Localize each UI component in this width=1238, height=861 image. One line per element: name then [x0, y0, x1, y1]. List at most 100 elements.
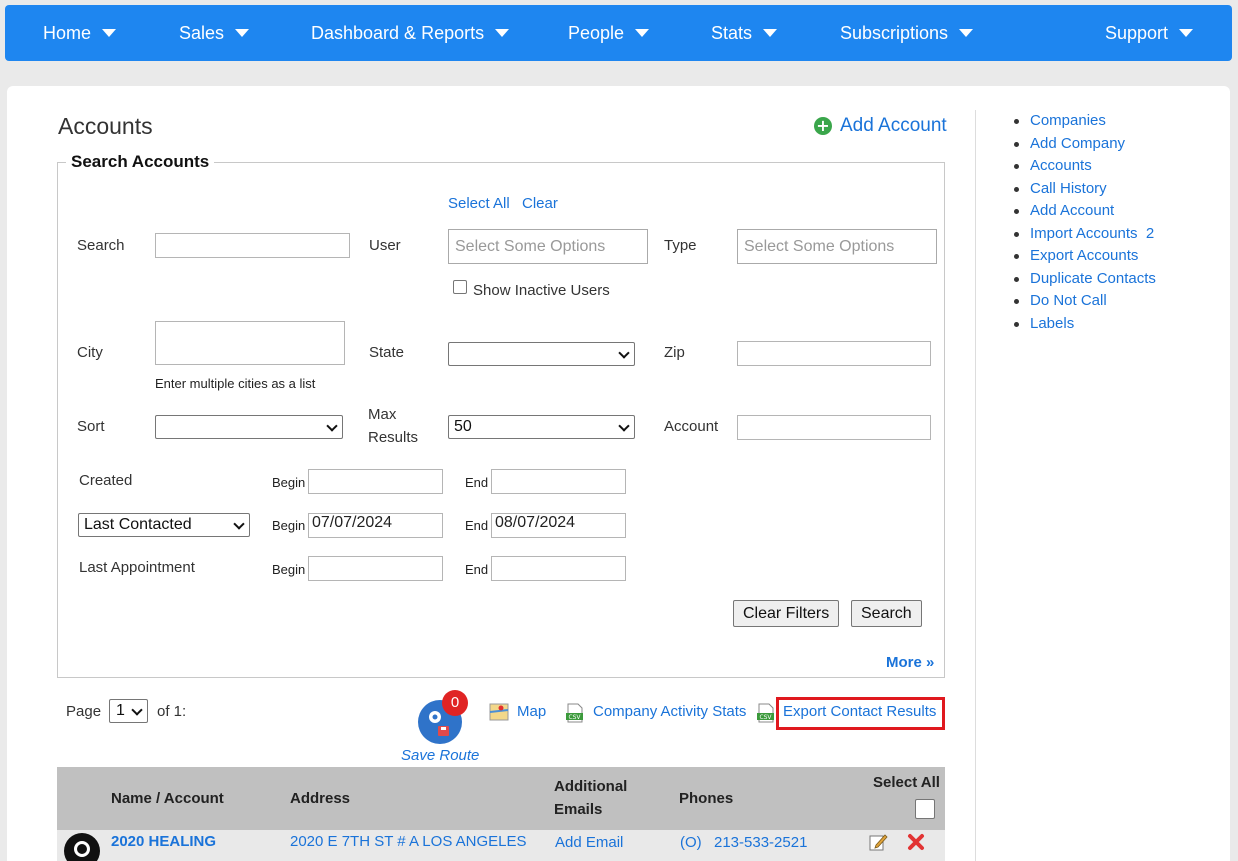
clear-filters-button[interactable]: Clear Filters	[733, 600, 840, 627]
state-select[interactable]	[448, 342, 635, 366]
search-input[interactable]	[155, 233, 350, 258]
avatar	[64, 833, 100, 861]
add-email-link[interactable]: Add Email	[555, 834, 623, 851]
sidebar-link[interactable]: Export Accounts	[1030, 247, 1138, 264]
chevron-down-icon	[959, 29, 974, 37]
svg-text:CSV: CSV	[759, 714, 772, 721]
highlight-box	[776, 697, 945, 730]
sidebar-link[interactable]: Call History	[1030, 180, 1107, 197]
sidebar-links: Companies Add Company Accounts Call Hist…	[1012, 110, 1156, 335]
chevron-down-icon	[1179, 29, 1194, 37]
map-link[interactable]: Map	[517, 703, 546, 720]
delete-icon[interactable]	[906, 832, 926, 852]
add-account-link[interactable]: + Add Account	[814, 115, 947, 137]
edit-icon[interactable]	[868, 832, 888, 852]
zip-input[interactable]	[737, 341, 931, 366]
zip-label: Zip	[664, 344, 685, 361]
last-appointment-label: Last Appointment	[79, 559, 195, 576]
more-link[interactable]: More »	[886, 654, 934, 671]
header-emails: Additional	[554, 778, 628, 795]
appointment-begin-input[interactable]	[308, 556, 443, 581]
sidebar-link[interactable]: Do Not Call	[1030, 292, 1107, 309]
page-select-value: 1	[116, 702, 125, 719]
sidebar-item-import-accounts[interactable]: Import Accounts 2	[1012, 223, 1156, 246]
sidebar-item-labels[interactable]: Labels	[1012, 313, 1156, 336]
created-begin-label: Begin	[272, 475, 306, 490]
sidebar-item-call-history[interactable]: Call History	[1012, 178, 1156, 201]
save-route-link[interactable]: Save Route	[401, 747, 479, 764]
sidebar-link[interactable]: Add Account	[1030, 202, 1114, 219]
created-end-input[interactable]	[491, 469, 626, 494]
date-type-value: Last Contacted	[84, 516, 192, 533]
account-input[interactable]	[737, 415, 931, 440]
page-title: Accounts	[58, 113, 153, 139]
created-begin-input[interactable]	[308, 469, 443, 494]
nav-home[interactable]: Home	[43, 5, 117, 61]
date-type-select[interactable]: Last Contacted	[78, 513, 250, 537]
sidebar-item-add-account[interactable]: Add Account	[1012, 200, 1156, 223]
sidebar-link[interactable]: Labels	[1030, 315, 1074, 332]
nav-home-label: Home	[43, 23, 92, 43]
phone-link[interactable]: 213-533-2521	[714, 834, 807, 851]
chevron-down-icon	[618, 347, 630, 359]
nav-people[interactable]: People	[568, 5, 650, 61]
sidebar-item-do-not-call[interactable]: Do Not Call	[1012, 290, 1156, 313]
sidebar-item-accounts[interactable]: Accounts	[1012, 155, 1156, 178]
nav-stats-label: Stats	[711, 23, 753, 43]
clear-users-link[interactable]: Clear	[522, 195, 558, 212]
sidebar-link[interactable]: Import Accounts 2	[1030, 225, 1154, 242]
header-emails-2: Emails	[554, 801, 603, 818]
search-accounts-legend: Search Accounts	[66, 152, 215, 172]
nav-subscriptions[interactable]: Subscriptions	[840, 5, 974, 61]
show-inactive-checkbox[interactable]	[453, 280, 467, 294]
divider	[975, 110, 976, 861]
sidebar-item-companies[interactable]: Companies	[1012, 110, 1156, 133]
city-textarea[interactable]	[155, 321, 345, 365]
sidebar-link[interactable]: Duplicate Contacts	[1030, 270, 1156, 287]
nav-sales[interactable]: Sales	[179, 5, 250, 61]
show-inactive-label: Show Inactive Users	[473, 282, 610, 299]
contacted-end-input[interactable]: 08/07/2024	[491, 513, 626, 538]
created-end-label: End	[465, 475, 489, 490]
chevron-down-icon	[495, 29, 510, 37]
sort-select[interactable]	[155, 415, 343, 439]
user-multiselect[interactable]: Select Some Options	[448, 229, 648, 264]
top-nav-bar: Home Sales Dashboard & Reports People St…	[5, 5, 1232, 61]
sidebar-item-export-accounts[interactable]: Export Accounts	[1012, 245, 1156, 268]
page-label: Page	[66, 703, 102, 720]
phone-type: (O)	[680, 834, 702, 851]
contacted-begin-label: Begin	[272, 518, 306, 533]
contacted-end-label: End	[465, 518, 489, 533]
nav-support[interactable]: Support	[1105, 5, 1194, 61]
search-label: Search	[77, 237, 125, 254]
company-activity-stats-link[interactable]: Company Activity Stats	[593, 703, 746, 720]
sidebar-link[interactable]: Accounts	[1030, 157, 1092, 174]
nav-stats[interactable]: Stats	[711, 5, 778, 61]
appointment-end-label: End	[465, 562, 489, 577]
max-results-select[interactable]: 50	[448, 415, 635, 439]
nav-dashboard-reports[interactable]: Dashboard & Reports	[311, 5, 510, 61]
nav-people-label: People	[568, 23, 625, 43]
search-button[interactable]: Search	[851, 600, 922, 627]
address-link[interactable]: 2020 E 7TH ST # A LOS ANGELES	[290, 833, 527, 850]
select-all-users-link[interactable]: Select All	[448, 195, 510, 212]
account-name-link[interactable]: 2020 HEALING	[111, 833, 216, 850]
sidebar-link[interactable]: Companies	[1030, 112, 1106, 129]
sidebar-item-duplicate-contacts[interactable]: Duplicate Contacts	[1012, 268, 1156, 291]
appointment-end-input[interactable]	[491, 556, 626, 581]
plus-circle-icon: +	[814, 117, 832, 135]
sidebar-link[interactable]: Add Company	[1030, 135, 1125, 152]
type-multiselect[interactable]: Select Some Options	[737, 229, 937, 264]
header-select-all: Select All	[873, 774, 940, 791]
nav-dashboard-label: Dashboard & Reports	[311, 23, 485, 43]
city-hint: Enter multiple cities as a list	[155, 376, 316, 391]
select-all-checkbox[interactable]	[915, 799, 935, 819]
chevron-down-icon	[618, 420, 630, 432]
type-label: Type	[664, 237, 697, 254]
contacted-begin-input[interactable]: 07/07/2024	[308, 513, 443, 538]
chevron-down-icon	[235, 29, 250, 37]
page-select[interactable]: 1	[109, 699, 148, 723]
sidebar-item-add-company[interactable]: Add Company	[1012, 133, 1156, 156]
chevron-down-icon	[326, 420, 338, 432]
appointment-begin-label: Begin	[272, 562, 306, 577]
